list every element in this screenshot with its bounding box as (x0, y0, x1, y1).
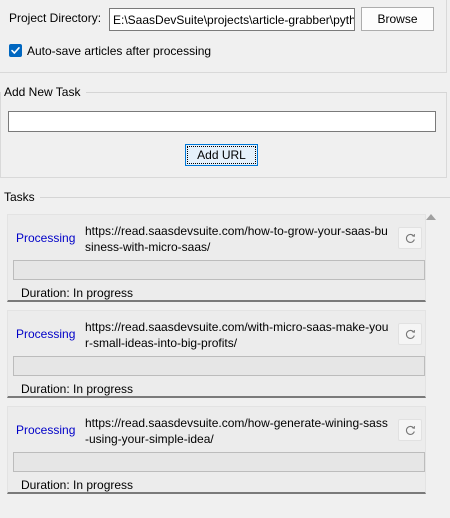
refresh-icon (405, 329, 416, 339)
autosave-checkbox[interactable] (9, 44, 22, 57)
add-url-button[interactable]: Add URL (185, 144, 258, 166)
refresh-button[interactable] (398, 323, 422, 345)
add-task-title: Add New Task (4, 85, 84, 99)
task-card: Processing https://read.saasdevsuite.com… (7, 406, 426, 494)
tasks-title: Tasks (4, 190, 38, 204)
project-directory-input[interactable]: E:\SaasDevSuite\projects\article-grabber… (109, 8, 355, 31)
tasks-scrollbar[interactable] (426, 210, 436, 518)
group-divider (86, 92, 447, 93)
group-divider (40, 197, 450, 198)
arrow-up-icon[interactable] (426, 214, 436, 220)
task-duration: Duration: In progress (21, 286, 134, 300)
autosave-label[interactable]: Auto-save articles after processing (27, 44, 211, 58)
check-icon (11, 47, 20, 54)
task-progress-bar (13, 452, 425, 472)
task-card: Processing https://read.saasdevsuite.com… (7, 214, 426, 302)
refresh-icon (405, 425, 416, 435)
task-progress-bar (13, 356, 425, 376)
project-directory-label: Project Directory: (9, 11, 102, 25)
task-status: Processing (16, 231, 76, 245)
refresh-icon (405, 233, 416, 243)
task-duration: Duration: In progress (21, 382, 134, 396)
browse-button[interactable]: Browse (361, 7, 434, 31)
task-card: Processing https://read.saasdevsuite.com… (7, 310, 426, 398)
task-url: https://read.saasdevsuite.com/how-to-gro… (85, 224, 388, 254)
refresh-button[interactable] (398, 419, 422, 441)
task-status: Processing (16, 327, 76, 341)
url-input[interactable] (8, 111, 436, 132)
task-url: https://read.saasdevsuite.com/with-micro… (85, 320, 389, 350)
task-progress-bar (13, 260, 425, 280)
refresh-button[interactable] (398, 227, 422, 249)
task-duration: Duration: In progress (21, 478, 134, 492)
task-status: Processing (16, 423, 76, 437)
task-url: https://read.saasdevsuite.com/how-genera… (85, 416, 388, 446)
